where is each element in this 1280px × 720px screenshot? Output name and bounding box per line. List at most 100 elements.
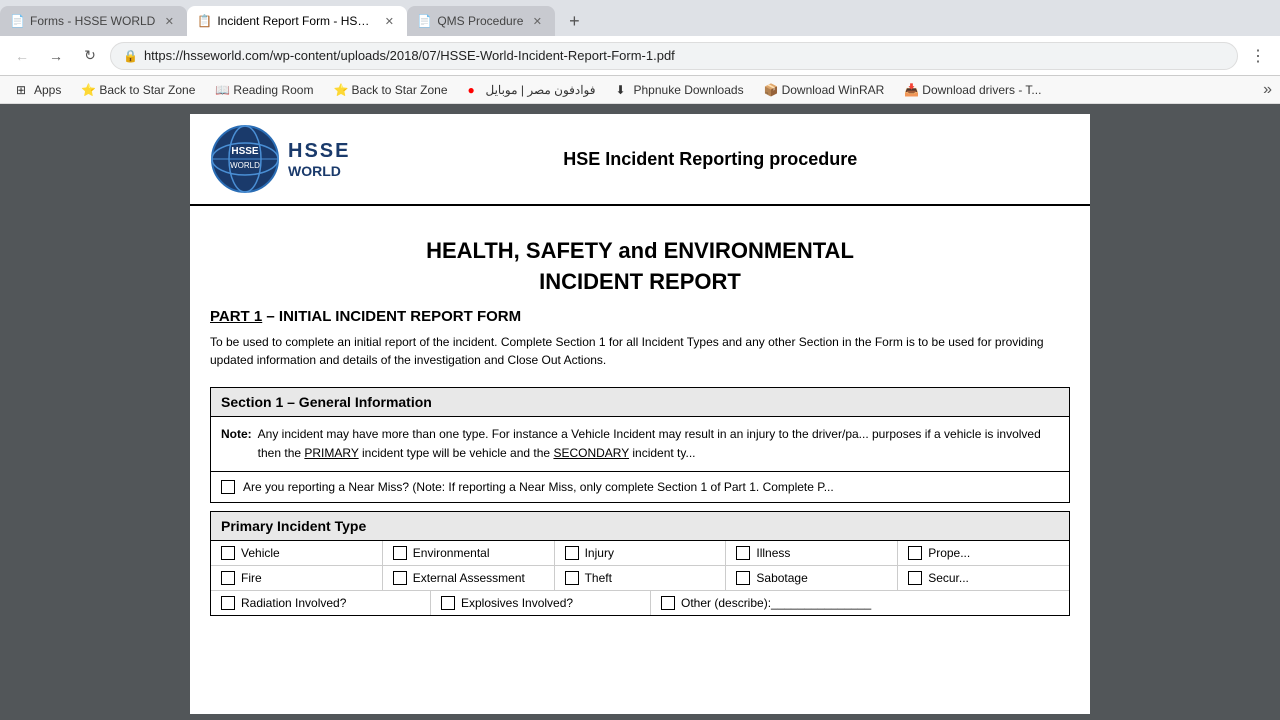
tab-bar: 📄 Forms - HSSE WORLD ✕ 📋 Incident Report… [0,0,1280,36]
vehicle-label: Vehicle [241,546,280,560]
incident-illness: Illness [726,541,898,565]
environmental-label: Environmental [413,546,490,560]
other-checkbox[interactable] [661,596,675,610]
bookmark-winrar[interactable]: 📦 Download WinRAR [756,81,893,99]
pdf-viewer: HSSE WORLD HSSE WORLD HSE Incident Repor… [0,104,1280,720]
sabotage-label: Sabotage [756,571,807,585]
external-checkbox[interactable] [393,571,407,585]
incident-external: External Assessment [383,566,555,590]
pdf-logo: HSSE WORLD HSSE WORLD [210,124,350,194]
bookmark-drivers[interactable]: 📥 Download drivers - T... [896,81,1049,99]
vehicle-checkbox[interactable] [221,546,235,560]
environmental-checkbox[interactable] [393,546,407,560]
secondary-label: SECONDARY [553,446,629,460]
tab-incident-report[interactable]: 📋 Incident Report Form - HSSE W... ✕ [187,6,407,36]
radiation-checkbox[interactable] [221,596,235,610]
phpnuke-favicon: ⬇ [616,83,630,97]
pdf-part1: PART 1 – INITIAL INCIDENT REPORT FORM To… [190,308,1090,379]
incident-other: Other (describe):_______________ [651,591,1069,615]
drivers-favicon: 📥 [904,83,918,97]
explosives-checkbox[interactable] [441,596,455,610]
bookmark-back-star-2[interactable]: ⭐ Back to Star Zone [325,81,455,99]
bookmark-vodafone[interactable]: ● فوادفون مصر | موبايل [460,81,604,99]
hsse-logo-svg: HSSE WORLD [210,124,280,194]
bookmark-phpnuke[interactable]: ⬇ Phpnuke Downloads [608,81,752,99]
bookmark-label-winrar: Download WinRAR [782,83,885,97]
tab-favicon-2: 📋 [197,14,211,28]
tab-forms-hsse[interactable]: 📄 Forms - HSSE WORLD ✕ [0,6,187,36]
near-miss-checkbox[interactable] [221,480,235,494]
note-text: Any incident may have more than one type… [258,425,1059,463]
star-favicon-1: ⭐ [81,83,95,97]
external-label: External Assessment [413,571,525,585]
menu-button[interactable]: ⋮ [1244,42,1272,70]
prope-label: Prope... [928,546,970,560]
tab-close-3[interactable]: ✕ [529,13,545,29]
bookmarks-more-button[interactable]: » [1263,81,1272,99]
incident-row-2: Fire External Assessment Theft Sabo [211,566,1069,591]
winrar-favicon: 📦 [764,83,778,97]
incident-vehicle: Vehicle [211,541,383,565]
incident-injury: Injury [555,541,727,565]
incident-sabotage: Sabotage [726,566,898,590]
back-button[interactable]: ← [8,42,36,70]
url-bar[interactable]: 🔒 https://hsseworld.com/wp-content/uploa… [110,42,1238,70]
svg-text:WORLD: WORLD [230,161,260,170]
note-label: Note: [221,425,252,463]
bookmark-label-drivers: Download drivers - T... [922,83,1041,97]
logo-hsse-text: HSSE [288,140,350,163]
bookmark-back-star-1[interactable]: ⭐ Back to Star Zone [73,81,203,99]
main-title-line2: INCIDENT REPORT [539,269,741,294]
new-tab-button[interactable]: + [559,6,589,36]
incident-radiation: Radiation Involved? [211,591,431,615]
tab-qms[interactable]: 📄 QMS Procedure ✕ [407,6,555,36]
part1-description: To be used to complete an initial report… [210,333,1070,369]
incident-secur: Secur... [898,566,1069,590]
fire-label: Fire [241,571,262,585]
bookmark-reading-room[interactable]: 📖 Reading Room [207,81,321,99]
bookmark-label-phpnuke: Phpnuke Downloads [634,83,744,97]
fire-checkbox[interactable] [221,571,235,585]
bookmarks-bar: ⊞ Apps ⭐ Back to Star Zone 📖 Reading Roo… [0,76,1280,104]
pdf-main-title-h1: HEALTH, SAFETY and ENVIRONMENTAL INCIDEN… [210,236,1070,298]
illness-label: Illness [756,546,790,560]
section1-header: Section 1 – General Information [211,388,1069,417]
pdf-header-procedure-title: HSE Incident Reporting procedure [350,149,1070,170]
apps-favicon: ⊞ [16,83,30,97]
incident-row-3: Radiation Involved? Explosives Involved?… [211,591,1069,615]
reload-button[interactable]: ↻ [76,42,104,70]
tab-favicon-3: 📄 [417,14,431,28]
section1-note-line: Note: Any incident may have more than on… [221,425,1059,463]
secur-checkbox[interactable] [908,571,922,585]
theft-label: Theft [585,571,612,585]
illness-checkbox[interactable] [736,546,750,560]
secur-label: Secur... [928,571,969,585]
bookmark-label-star1: Back to Star Zone [99,83,195,97]
tab-title-1: Forms - HSSE WORLD [30,14,155,28]
logo-world-text: WORLD [288,163,350,179]
part1-dash: – INITIAL INCIDENT REPORT FORM [262,308,521,325]
bookmark-label-star2: Back to Star Zone [351,83,447,97]
other-label: Other (describe):_______________ [681,596,871,610]
sabotage-checkbox[interactable] [736,571,750,585]
incident-type-section: Primary Incident Type Vehicle Environmen… [210,511,1070,616]
bookmark-apps[interactable]: ⊞ Apps [8,81,69,99]
bookmark-label-reading: Reading Room [233,83,313,97]
url-text: https://hsseworld.com/wp-content/uploads… [144,48,675,63]
reading-favicon: 📖 [215,83,229,97]
prope-checkbox[interactable] [908,546,922,560]
pdf-container: HSSE WORLD HSSE WORLD HSE Incident Repor… [0,104,1280,720]
pdf-section1: Section 1 – General Information Note: An… [210,387,1070,503]
bookmark-label-apps: Apps [34,83,61,97]
tab-close-2[interactable]: ✕ [381,13,397,29]
vodafone-favicon: ● [468,83,482,97]
near-miss-text: Are you reporting a Near Miss? (Note: If… [243,480,834,494]
main-title-line1: HEALTH, SAFETY and ENVIRONMENTAL [426,238,854,263]
theft-checkbox[interactable] [565,571,579,585]
incident-type-header: Primary Incident Type [211,512,1069,541]
part1-title-line: PART 1 – INITIAL INCIDENT REPORT FORM [210,308,1070,325]
injury-checkbox[interactable] [565,546,579,560]
forward-button[interactable]: → [42,42,70,70]
tab-close-1[interactable]: ✕ [161,13,177,29]
tab-favicon-1: 📄 [10,14,24,28]
